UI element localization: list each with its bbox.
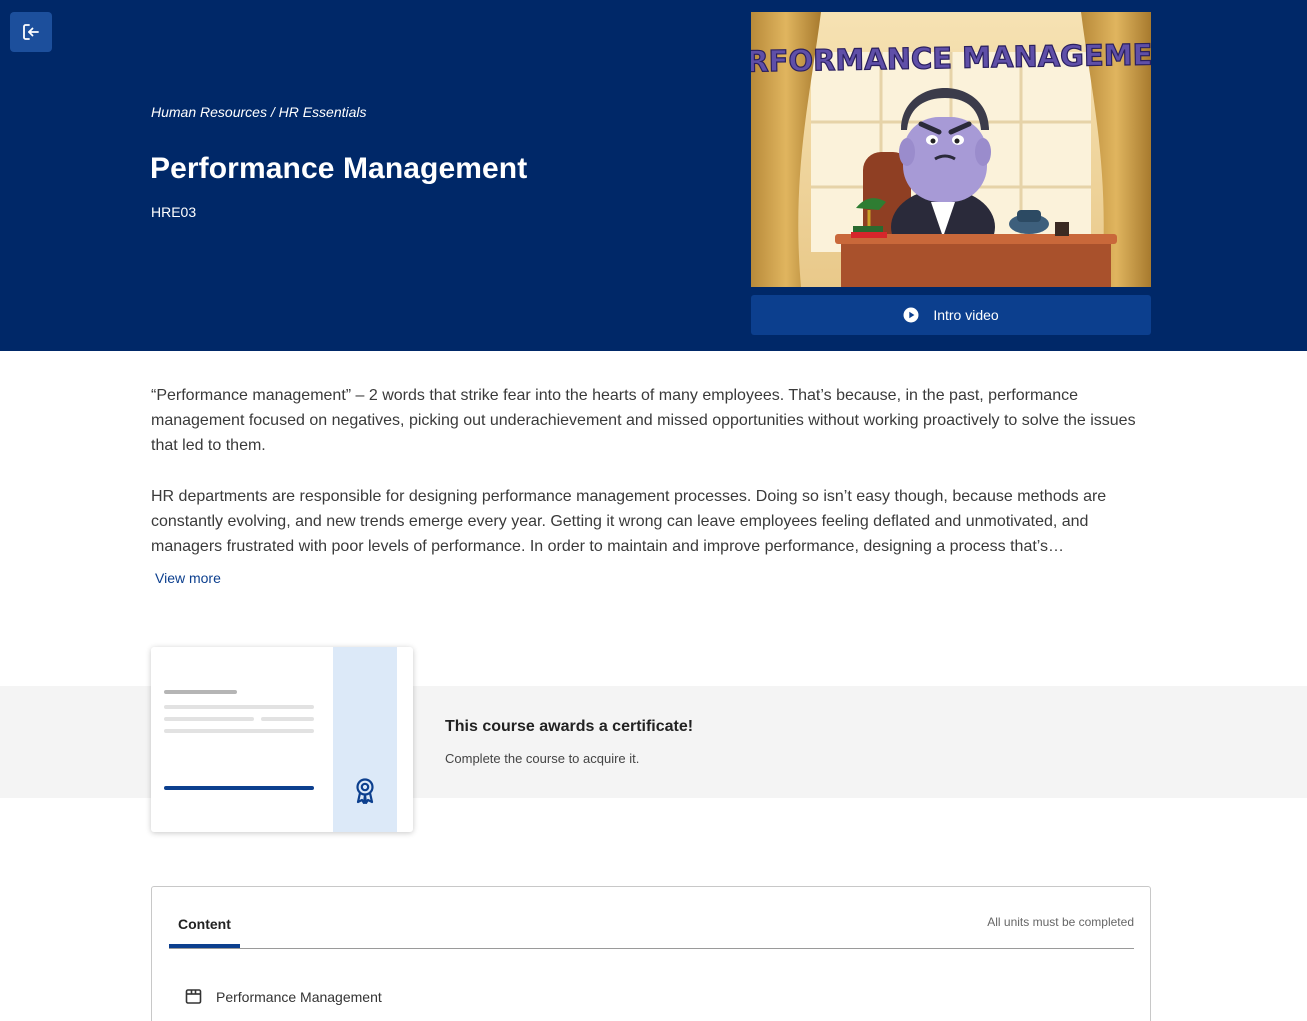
page-title: Performance Management [150,152,528,185]
exit-button[interactable] [10,12,52,52]
certificate-signature-line [164,786,314,790]
certificate-line [261,717,314,721]
certificate-line [164,705,314,709]
package-icon [185,989,202,1004]
exit-icon [23,24,39,40]
content-panel: Content All units must be completed Perf… [151,886,1151,1021]
tab-divider [169,948,1134,949]
description-paragraph: “Performance management” – 2 words that … [151,387,1136,454]
course-description: “Performance management” – 2 words that … [151,383,1151,559]
unit-label: Performance Management [216,988,382,1005]
view-more-link[interactable]: View more [155,570,221,586]
requirement-note: All units must be completed [987,915,1134,929]
certificate-line [164,690,237,694]
course-thumbnail[interactable]: PERFORMANCE MANAGEMENT [751,12,1151,287]
breadcrumb: Human Resources / HR Essentials [151,104,367,120]
tab-content[interactable]: Content [178,916,231,932]
award-ribbon-icon [356,778,374,804]
certificate-ribbon-panel [333,647,397,832]
intro-video-button[interactable]: Intro video [751,295,1151,335]
course-header: Human Resources / HR Essentials Performa… [0,0,1307,351]
course-code: HRE03 [151,204,197,220]
play-icon [903,307,919,323]
description-paragraph: HR departments are responsible for desig… [151,488,1107,555]
certificate-title: This course awards a certificate! [445,718,694,735]
certificate-illustration [151,647,413,832]
unit-item[interactable]: Performance Management [185,988,382,1005]
certificate-line [164,717,254,721]
certificate-line [164,729,314,733]
certificate-subtitle: Complete the course to acquire it. [445,751,640,766]
intro-video-label: Intro video [933,307,999,323]
